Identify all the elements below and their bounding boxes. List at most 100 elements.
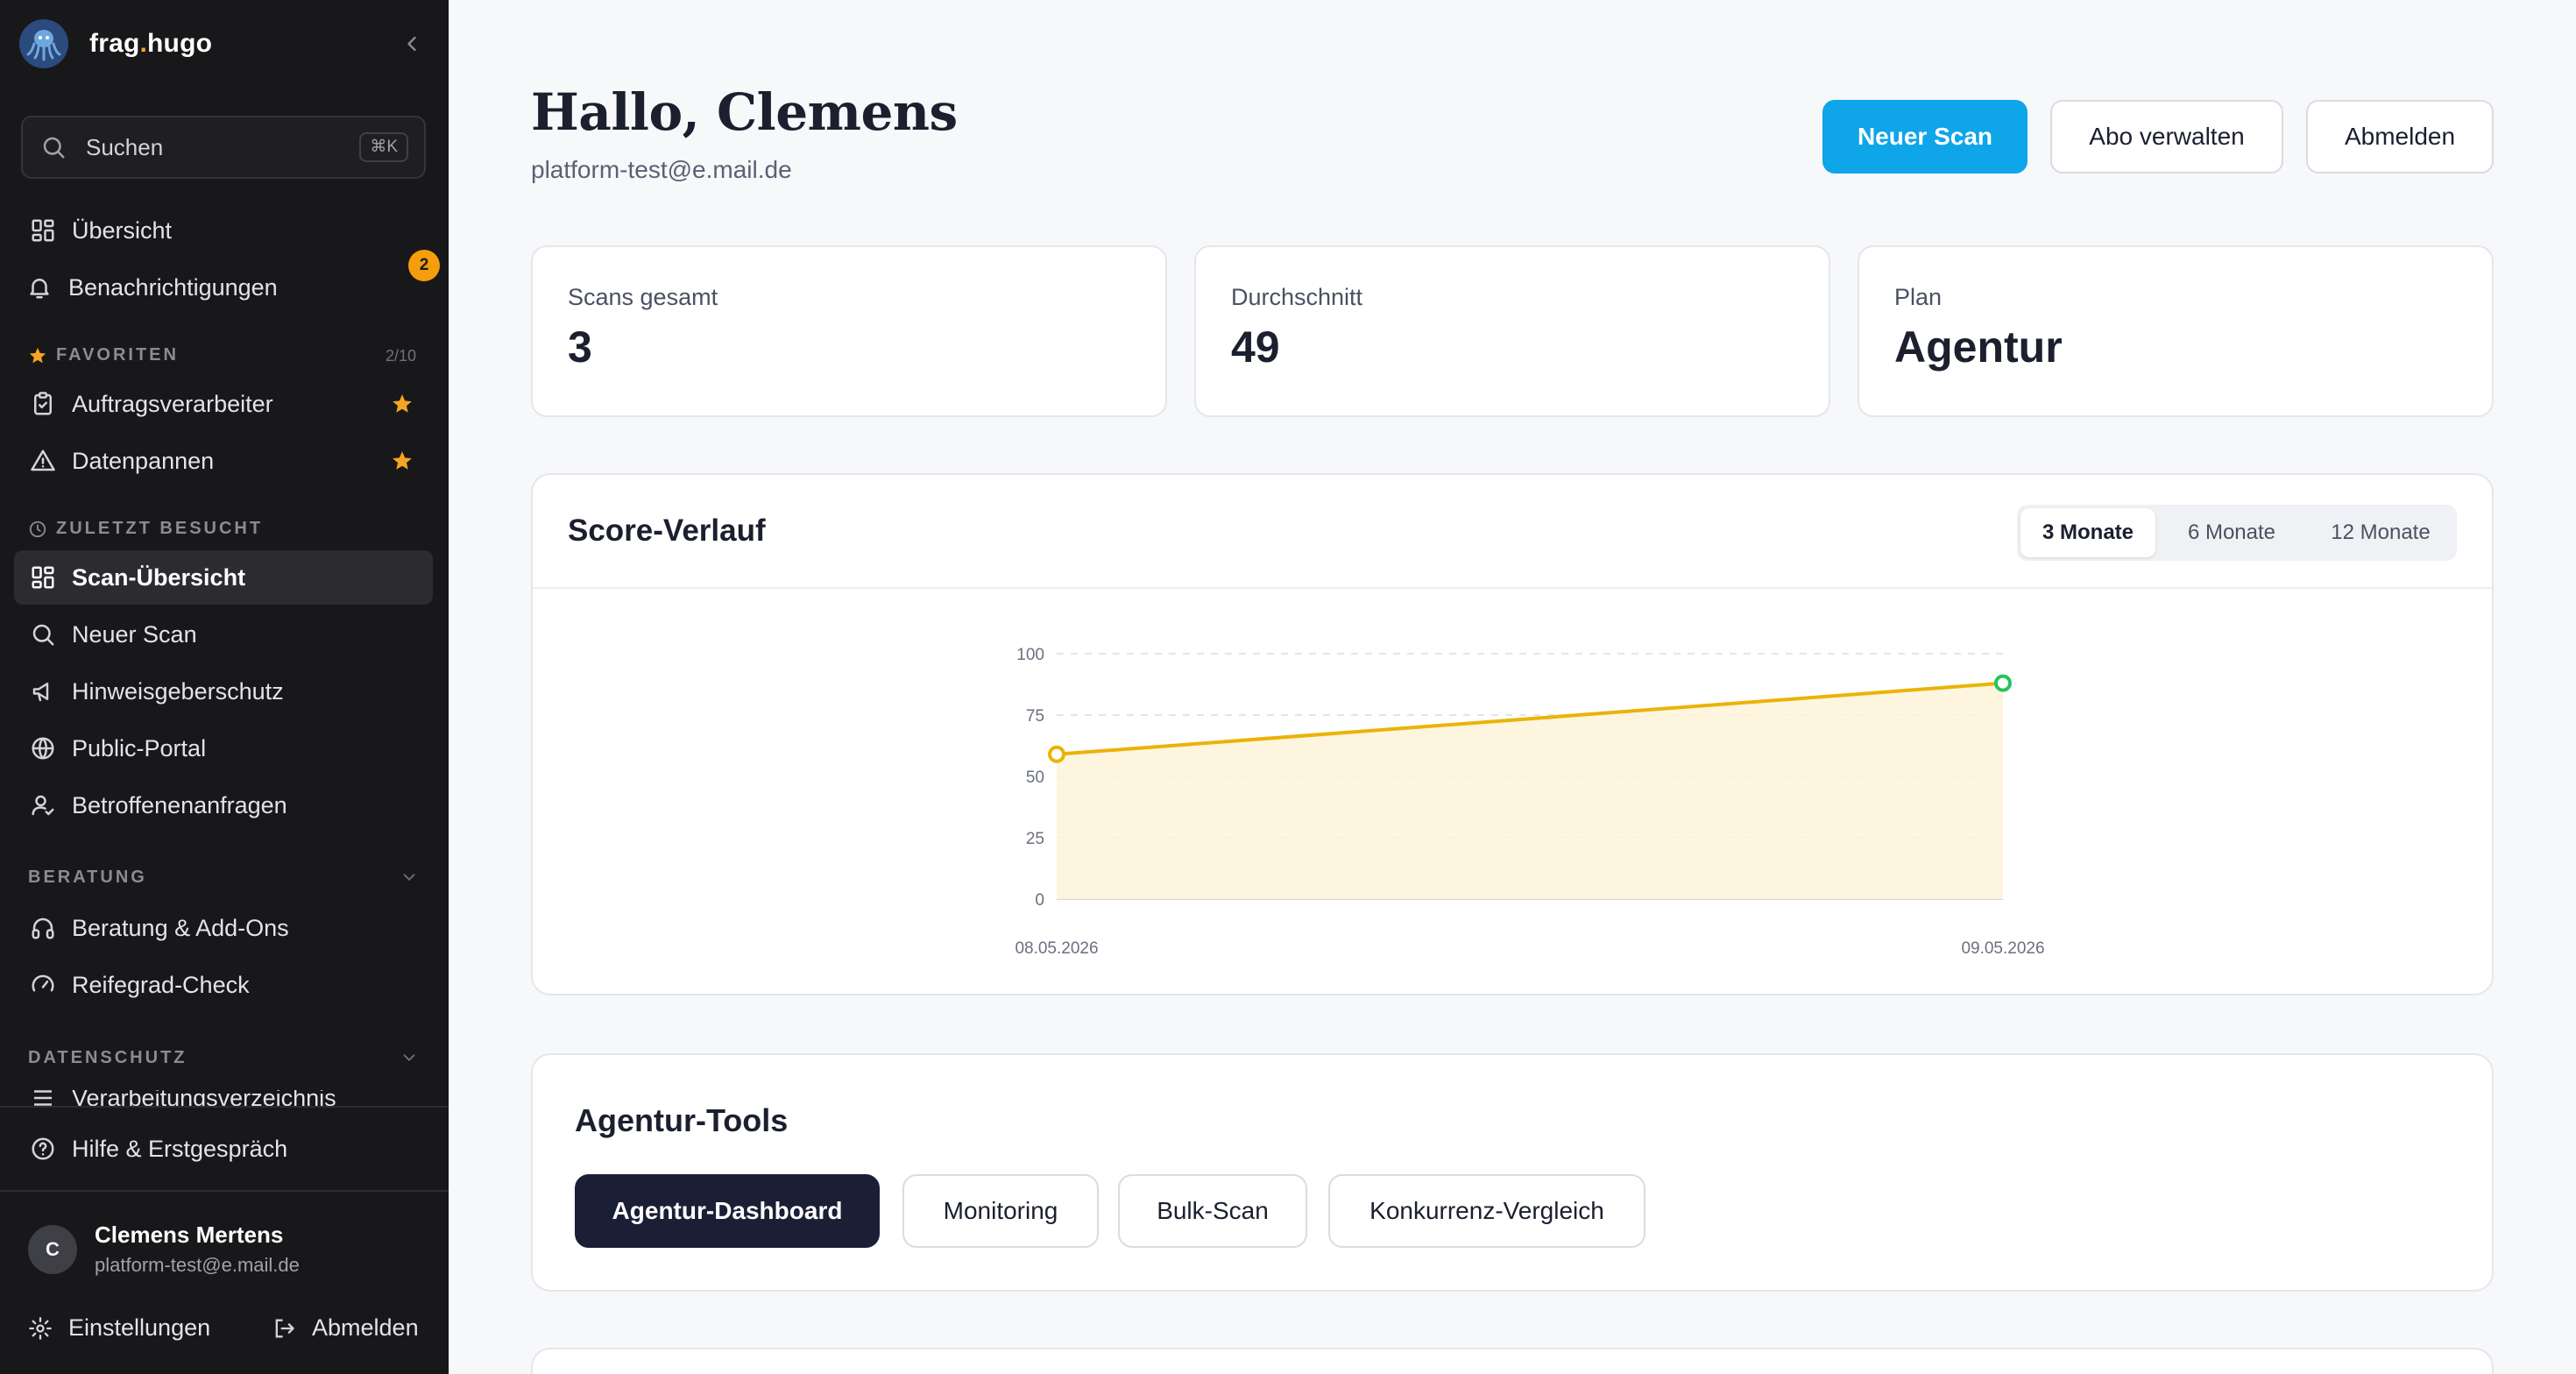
stat-value: 3 bbox=[568, 322, 592, 372]
user-profile[interactable]: C Clemens Mertens platform-test@e.mail.d… bbox=[28, 1222, 300, 1277]
search-icon bbox=[43, 137, 65, 159]
sidebar-item-hilfe[interactable]: Hilfe & Erstgespräch bbox=[14, 1122, 433, 1176]
section-zuletzt-besucht: ZULETZT BESUCHT bbox=[28, 519, 263, 539]
y-tick-label: 100 bbox=[1016, 646, 1044, 664]
list-icon bbox=[34, 1090, 52, 1106]
tool-konkurrenz-vergleich[interactable]: Konkurrenz-Vergleich bbox=[1328, 1174, 1645, 1248]
sidebar-item-uebersicht[interactable]: Übersicht bbox=[14, 203, 433, 258]
sidebar-item-benachrichtigungen[interactable]: Benachrichtigungen bbox=[14, 260, 433, 315]
collapse-sidebar-icon[interactable] bbox=[400, 32, 424, 56]
sidebar-item-label: Public-Portal bbox=[72, 734, 207, 761]
x-tick-label: 08.05.2026 bbox=[1015, 939, 1098, 958]
stat-label: Scans gesamt bbox=[568, 284, 718, 310]
notification-badge: 2 bbox=[408, 250, 440, 281]
stat-card-scans: Scans gesamt 3 bbox=[531, 245, 1167, 417]
logout-button[interactable]: Abmelden bbox=[2306, 100, 2494, 174]
section-datenschutz[interactable]: DATENSCHUTZ bbox=[28, 1048, 188, 1068]
logout-label: Abmelden bbox=[312, 1314, 419, 1341]
warning-triangle-icon bbox=[31, 450, 55, 471]
clipboard-check-icon bbox=[34, 392, 52, 415]
search-icon bbox=[32, 624, 54, 646]
data-point bbox=[1048, 745, 1065, 763]
user-info: Clemens Mertens platform-test@e.mail.de bbox=[95, 1222, 300, 1277]
page-title: Hallo, Clemens bbox=[531, 82, 958, 142]
sidebar-search[interactable]: Suchen ⌘K bbox=[21, 116, 426, 179]
sidebar-item-betroffenenanfragen[interactable]: Betroffenenanfragen bbox=[14, 778, 433, 832]
sidebar-item-cut-off[interactable]: Verarbeitungsverzeichnis bbox=[14, 1090, 433, 1108]
favorites-count: 2/10 bbox=[386, 347, 417, 365]
grid-icon bbox=[32, 219, 54, 242]
account-email: platform-test@e.mail.de bbox=[531, 156, 792, 183]
favorite-star-icon[interactable] bbox=[391, 450, 414, 472]
search-shortcut: ⌘K bbox=[359, 132, 408, 162]
user-check-icon bbox=[32, 795, 54, 816]
y-tick-label: 50 bbox=[1026, 768, 1044, 787]
score-line-chart: 0 25 50 75 100 08.05.2026 09.05.2026 bbox=[1015, 646, 2044, 958]
sidebar-item-verarbeitungsverzeichnis[interactable]: Verarbeitungsverzeichnis bbox=[14, 1090, 433, 1108]
score-history-card: Score-Verlauf 3 Monate 6 Monate 12 Monat… bbox=[531, 473, 2494, 995]
search-label: Suchen bbox=[86, 133, 164, 160]
sidebar-item-label: Datenpannen bbox=[72, 447, 215, 474]
gear-icon bbox=[29, 1316, 52, 1340]
settings-label: Einstellungen bbox=[68, 1314, 211, 1341]
sidebar-item-label: Hilfe & Erstgespräch bbox=[72, 1135, 288, 1162]
sidebar-item-label: Hinweisgeberschutz bbox=[72, 677, 284, 705]
chevron-down-icon[interactable] bbox=[400, 1048, 419, 1067]
card-title: Agentur-Tools bbox=[575, 1102, 789, 1138]
sidebar-item-label: Übersicht bbox=[72, 216, 173, 244]
sidebar-divider bbox=[0, 1106, 449, 1108]
tool-monitoring[interactable]: Monitoring bbox=[902, 1174, 1099, 1248]
agency-tools-card: Agentur-Tools Agentur-Dashboard Monitori… bbox=[531, 1053, 2494, 1292]
sidebar-item-datenpannen[interactable]: Datenpannen bbox=[14, 434, 433, 488]
brand[interactable]: frag.hugo bbox=[19, 19, 212, 68]
section-title: ZULETZT BESUCHT bbox=[56, 519, 264, 538]
sidebar-item-label: Benachrichtigungen bbox=[68, 273, 278, 301]
sidebar-item-label: Auftragsverarbeiter bbox=[72, 390, 273, 417]
stat-label: Durchschnitt bbox=[1231, 284, 1363, 310]
grid-icon bbox=[32, 566, 54, 589]
sidebar-item-public-portal[interactable]: Public-Portal bbox=[14, 721, 433, 776]
sidebar-item-label: Beratung & Add-Ons bbox=[72, 914, 289, 941]
sidebar-item-label: Scan-Übersicht bbox=[72, 563, 246, 591]
section-title: DATENSCHUTZ bbox=[28, 1048, 188, 1067]
sidebar-item-hinweisgeberschutz[interactable]: Hinweisgeberschutz bbox=[14, 664, 433, 719]
stat-label: Plan bbox=[1894, 284, 1943, 310]
manage-subscription-button[interactable]: Abo verwalten bbox=[2050, 100, 2283, 174]
section-favoriten: FAVORITEN bbox=[28, 345, 179, 365]
logout-icon bbox=[275, 1319, 294, 1337]
sidebar-item-scan-uebersicht[interactable]: Scan-Übersicht bbox=[14, 550, 433, 605]
sidebar-item-beratung-addons[interactable]: Beratung & Add-Ons bbox=[14, 901, 433, 955]
y-tick-label: 25 bbox=[1026, 830, 1044, 848]
sidebar-divider bbox=[0, 1190, 449, 1192]
gauge-icon bbox=[32, 974, 54, 992]
help-circle-icon bbox=[32, 1137, 54, 1160]
section-title: BERATUNG bbox=[28, 868, 147, 887]
sidebar-logout-link[interactable]: Abmelden bbox=[272, 1314, 419, 1342]
sidebar-item-reifegrad-check[interactable]: Reifegrad-Check bbox=[14, 958, 433, 1012]
y-tick-label: 75 bbox=[1026, 707, 1044, 726]
avatar: C bbox=[28, 1224, 77, 1274]
sidebar-item-label: Verarbeitungsverzeichnis bbox=[72, 1090, 336, 1108]
sidebar: frag.hugo Suchen ⌘K Übersicht Benachrich… bbox=[0, 0, 449, 1374]
chevron-down-icon[interactable] bbox=[400, 868, 419, 887]
y-tick-label: 0 bbox=[1035, 891, 1044, 910]
new-scan-button[interactable]: Neuer Scan bbox=[1822, 100, 2028, 174]
stat-value: 49 bbox=[1231, 322, 1280, 372]
stat-value: Agentur bbox=[1894, 322, 2063, 372]
sidebar-item-label: Betroffenenanfragen bbox=[72, 791, 287, 818]
tool-agentur-dashboard[interactable]: Agentur-Dashboard bbox=[575, 1174, 880, 1248]
favorite-star-icon[interactable] bbox=[391, 393, 414, 415]
star-icon bbox=[29, 347, 46, 363]
sidebar-item-auftragsverarbeiter[interactable]: Auftragsverarbeiter bbox=[14, 377, 433, 431]
sidebar-item-neuer-scan[interactable]: Neuer Scan bbox=[14, 607, 433, 662]
settings-link[interactable]: Einstellungen bbox=[28, 1314, 210, 1342]
tool-bulk-scan[interactable]: Bulk-Scan bbox=[1118, 1174, 1307, 1248]
stat-card-plan: Plan Agentur bbox=[1858, 245, 2494, 417]
next-section-card bbox=[531, 1348, 2494, 1374]
x-tick-label: 09.05.2026 bbox=[1961, 939, 2044, 958]
user-email: platform-test@e.mail.de bbox=[95, 1254, 300, 1276]
section-beratung[interactable]: BERATUNG bbox=[28, 868, 147, 888]
section-title: FAVORITEN bbox=[56, 345, 179, 365]
sidebar-item-label: Neuer Scan bbox=[72, 620, 197, 648]
clock-icon bbox=[29, 521, 46, 537]
